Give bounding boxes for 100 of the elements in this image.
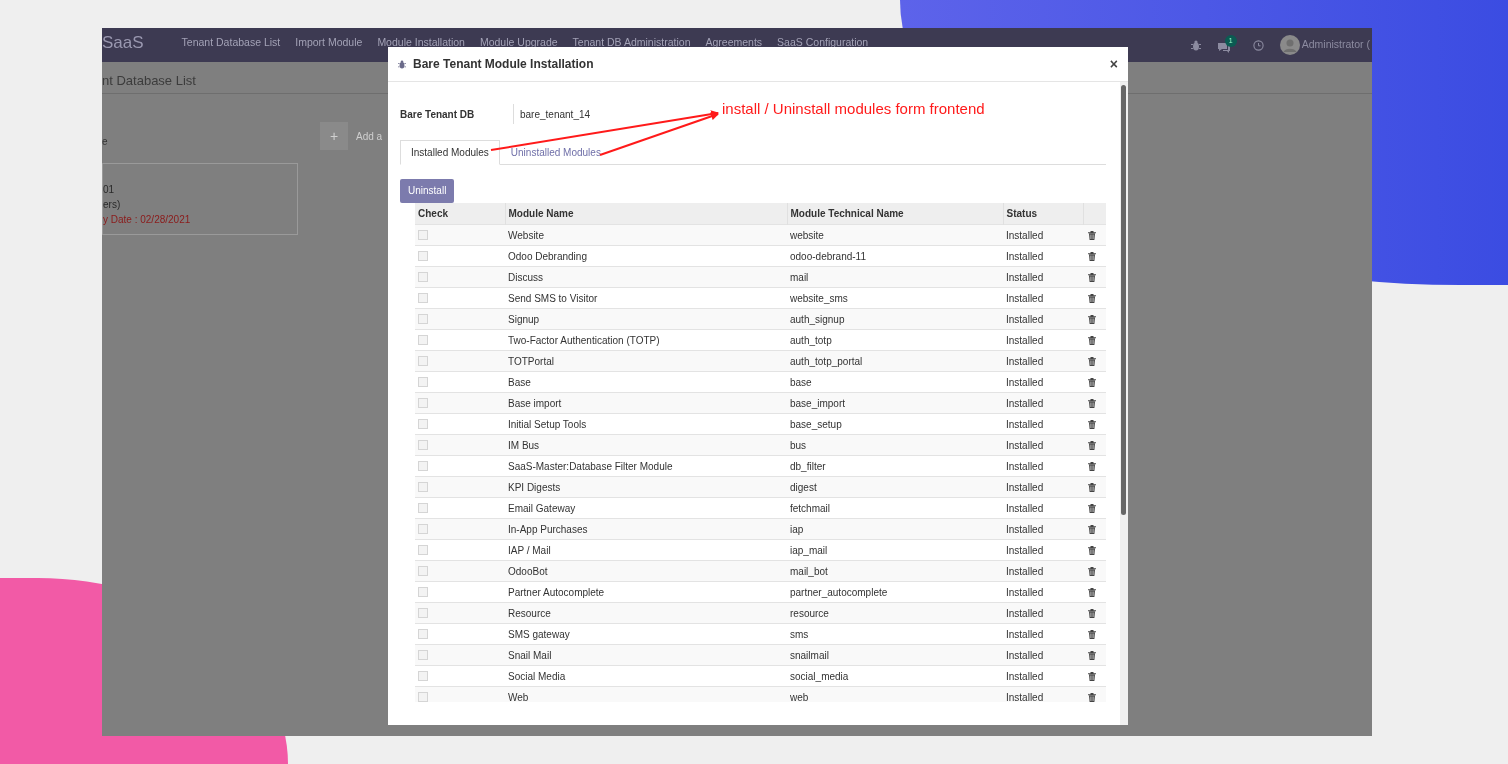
- clock-icon[interactable]: [1252, 39, 1264, 51]
- modal-title: Bare Tenant Module Installation: [413, 56, 594, 73]
- expiry-date: y Date : 02/28/2021: [103, 213, 192, 227]
- checkbox[interactable]: [418, 524, 428, 534]
- field-value: bare_tenant_14: [513, 104, 591, 124]
- checkbox[interactable]: [418, 272, 428, 282]
- checkbox[interactable]: [418, 356, 428, 366]
- tab[interactable]: Uninstalled Modules: [499, 140, 612, 165]
- trash-icon[interactable]: [1088, 398, 1096, 408]
- trash-icon[interactable]: [1088, 356, 1096, 366]
- table-cell: odoo-debrand-11: [787, 245, 1003, 267]
- trash-icon[interactable]: [1088, 503, 1096, 513]
- trash-icon[interactable]: [1088, 251, 1096, 261]
- table-cell: Installed: [1003, 476, 1083, 498]
- avatar-icon[interactable]: [1279, 35, 1300, 55]
- nav-link[interactable]: Agreements: [705, 36, 763, 48]
- table-cell: Web: [505, 686, 787, 702]
- checkbox[interactable]: [418, 503, 428, 513]
- table-cell: Email Gateway: [505, 497, 787, 519]
- trash-icon[interactable]: [1088, 545, 1096, 555]
- scrollbar[interactable]: [1120, 82, 1128, 725]
- table-cell: Initial Setup Tools: [505, 413, 787, 435]
- checkbox[interactable]: [418, 293, 428, 303]
- trash-icon[interactable]: [1088, 650, 1096, 660]
- page-title: nt Database List: [102, 72, 196, 90]
- trash-icon[interactable]: [1088, 440, 1096, 450]
- field-label: Bare Tenant DB: [400, 107, 476, 122]
- table-cell: Installed: [1003, 287, 1083, 309]
- trash-icon[interactable]: [1088, 461, 1096, 471]
- table-cell: db_filter: [787, 455, 1003, 477]
- trash-icon[interactable]: [1088, 272, 1096, 282]
- table-cell: iap: [787, 518, 1003, 540]
- trash-icon[interactable]: [1088, 482, 1096, 492]
- trash-icon[interactable]: [1088, 230, 1096, 240]
- close-button[interactable]: ×: [1109, 57, 1118, 71]
- table-cell: Installed: [1003, 602, 1083, 624]
- table-cell: Installed: [1003, 560, 1083, 582]
- nav-link[interactable]: Tenant DB Administration: [572, 36, 691, 48]
- nav-link[interactable]: Tenant Database List: [181, 36, 281, 48]
- checkbox[interactable]: [418, 440, 428, 450]
- checkbox[interactable]: [418, 482, 428, 492]
- table-cell: auth_signup: [787, 308, 1003, 330]
- trash-icon[interactable]: [1088, 293, 1096, 303]
- checkbox[interactable]: [418, 671, 428, 681]
- table-cell: Installed: [1003, 224, 1083, 246]
- bug-icon[interactable]: [1190, 39, 1201, 51]
- nav-link[interactable]: SaaS Configuration: [777, 36, 869, 48]
- trash-icon[interactable]: [1088, 377, 1096, 387]
- checkbox[interactable]: [418, 335, 428, 345]
- table-cell: resource: [787, 602, 1003, 624]
- table-cell: website: [787, 224, 1003, 246]
- checkbox[interactable]: [418, 692, 428, 702]
- nav-link[interactable]: Module Installation: [377, 36, 465, 48]
- uninstall-button[interactable]: Uninstall: [400, 178, 455, 203]
- checkbox[interactable]: [418, 566, 428, 576]
- table-cell: Send SMS to Visitor: [505, 287, 787, 309]
- table-cell: Installed: [1003, 539, 1083, 561]
- trash-icon[interactable]: [1088, 608, 1096, 618]
- trash-icon[interactable]: [1088, 629, 1096, 639]
- checkbox[interactable]: [418, 629, 428, 639]
- trash-icon[interactable]: [1088, 587, 1096, 597]
- nav-link[interactable]: Import Module: [295, 36, 363, 48]
- table-cell: Installed: [1003, 665, 1083, 687]
- trash-icon[interactable]: [1088, 335, 1096, 345]
- checkbox[interactable]: [418, 419, 428, 429]
- checkbox[interactable]: [418, 545, 428, 555]
- checkbox[interactable]: [418, 377, 428, 387]
- add-label[interactable]: Add a: [356, 128, 383, 144]
- table-cell: Base import: [505, 392, 787, 414]
- trash-icon[interactable]: [1088, 566, 1096, 576]
- table-cell: Installed: [1003, 308, 1083, 330]
- checkbox[interactable]: [418, 251, 428, 261]
- brand-logo[interactable]: SaaS: [102, 33, 144, 53]
- nav-link[interactable]: Module Upgrade: [479, 36, 558, 48]
- table-cell: Installed: [1003, 350, 1083, 372]
- chat-icon[interactable]: [1216, 42, 1231, 53]
- trash-icon[interactable]: [1088, 314, 1096, 324]
- checkbox[interactable]: [418, 398, 428, 408]
- trash-icon[interactable]: [1088, 419, 1096, 429]
- tenant-card[interactable]: 01 ers) y Date : 02/28/2021: [102, 163, 298, 235]
- checkbox[interactable]: [418, 587, 428, 597]
- checkbox[interactable]: [418, 650, 428, 660]
- table-cell: sms: [787, 623, 1003, 645]
- table-cell: Installed: [1003, 686, 1083, 702]
- user-name[interactable]: Administrator (: [1301, 37, 1370, 53]
- table-cell: iap_mail: [787, 539, 1003, 561]
- checkbox[interactable]: [418, 230, 428, 240]
- trash-icon[interactable]: [1088, 671, 1096, 681]
- checkbox[interactable]: [418, 461, 428, 471]
- table-cell: mail_bot: [787, 560, 1003, 582]
- checkbox[interactable]: [418, 608, 428, 618]
- trash-icon[interactable]: [1088, 524, 1096, 534]
- table-cell: social_media: [787, 665, 1003, 687]
- table-cell: base_import: [787, 392, 1003, 414]
- table-cell: Social Media: [505, 665, 787, 687]
- tab[interactable]: Installed Modules: [400, 140, 500, 165]
- annotation-text: install / Uninstall modules form frontend: [722, 99, 985, 119]
- table-cell: Installed: [1003, 497, 1083, 519]
- checkbox[interactable]: [418, 314, 428, 324]
- trash-icon[interactable]: [1088, 692, 1096, 702]
